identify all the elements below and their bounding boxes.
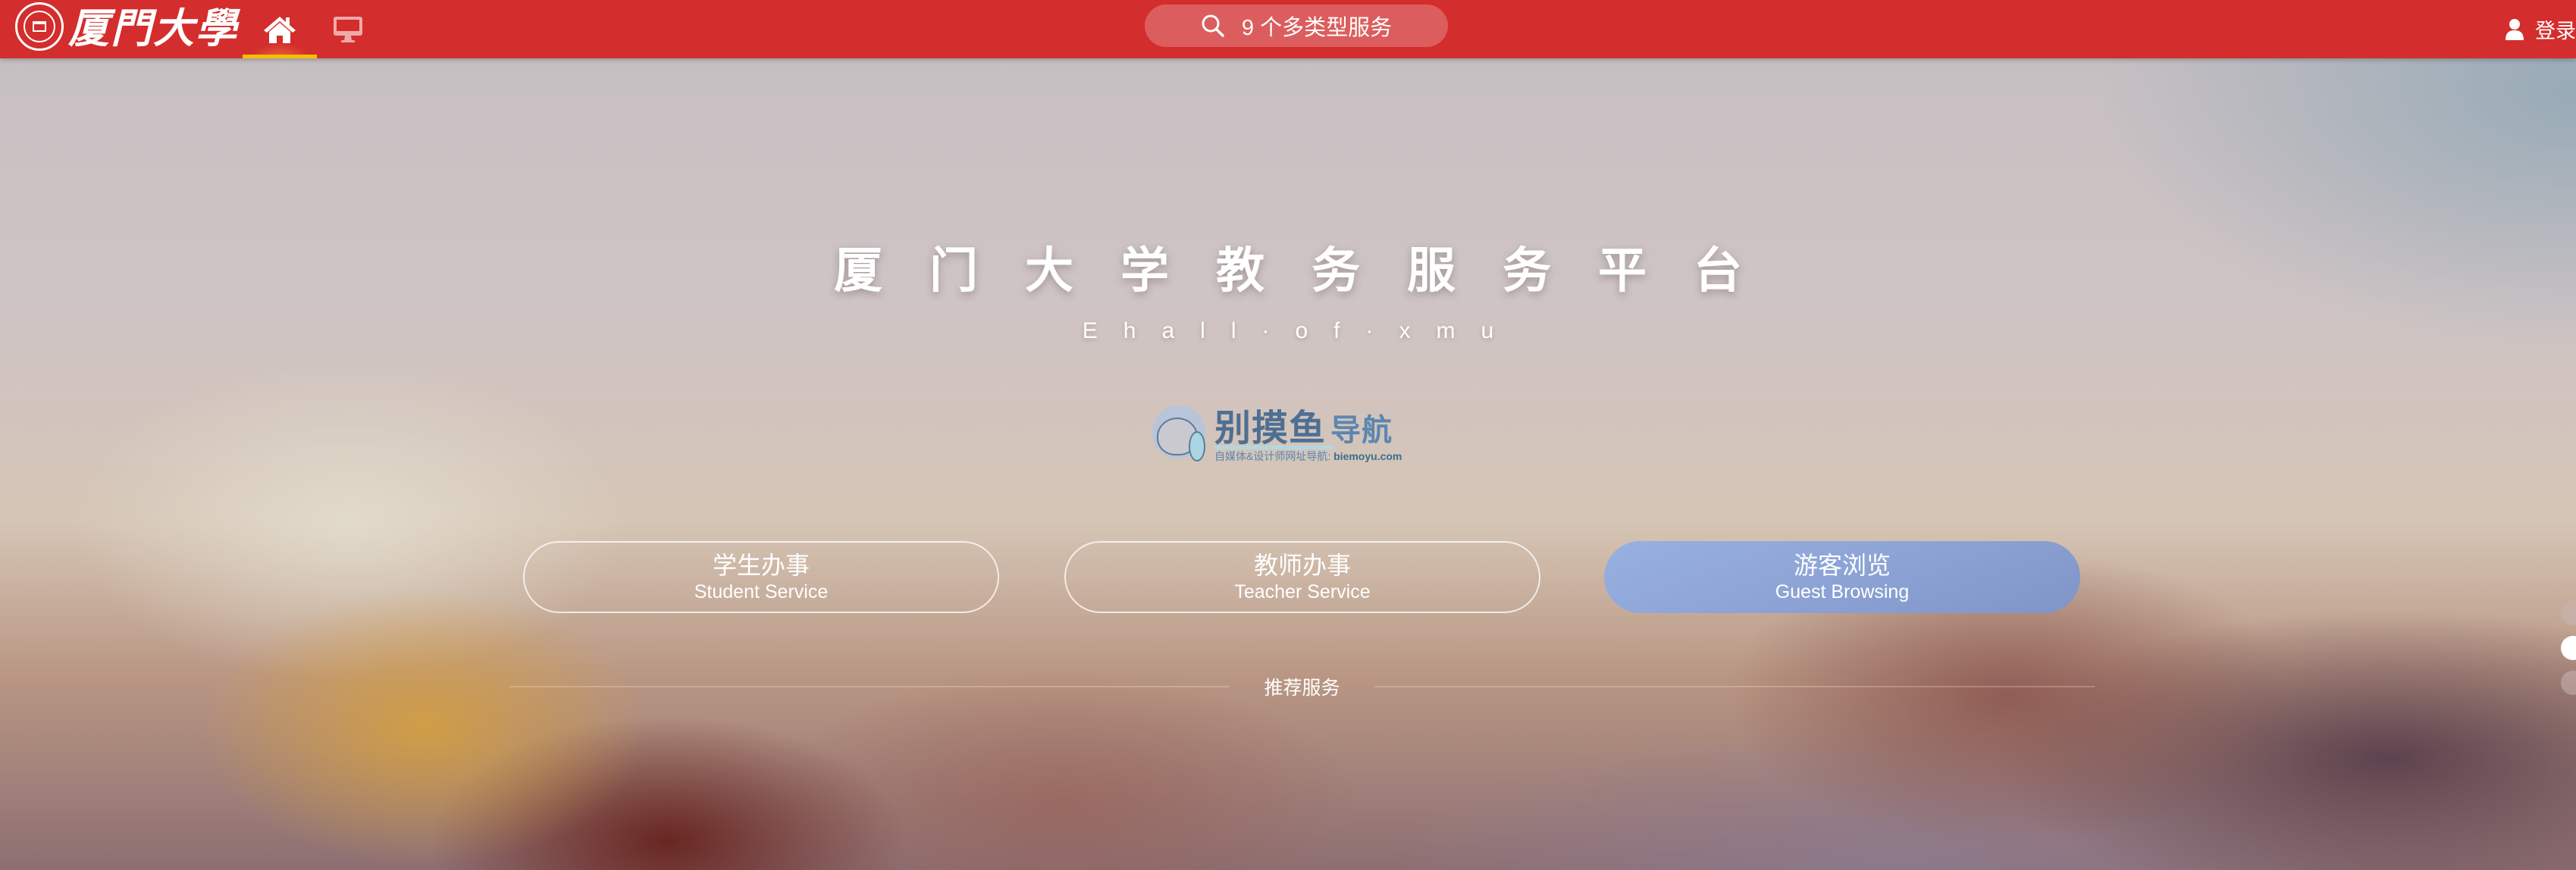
pager-dot-1[interactable] [2561,601,2576,625]
university-seal-logo[interactable] [15,2,64,51]
button-label-zh: 游客浏览 [1793,551,1891,579]
nav-tab-desktop[interactable] [326,0,370,58]
fish-icon [1189,431,1205,462]
login-button[interactable]: 登录 [2505,0,2576,58]
monitor-icon [334,16,362,42]
seal-inner-ring [24,11,55,42]
koala-mascot-icon [1152,405,1205,462]
user-icon [2505,18,2524,40]
guest-browsing-button[interactable]: 游客浏览 Guest Browsing [1604,541,2080,613]
watermark-main-text: 别摸鱼 [1214,408,1327,449]
home-icon [264,16,296,43]
watermark-accent-text: 导航 [1330,414,1393,447]
nav-tab-home[interactable] [243,0,317,58]
university-wordmark[interactable]: 厦門大學 [68,2,238,55]
watermark-title: 别摸鱼 导航 [1214,398,1393,451]
button-label-zh: 教师办事 [1253,551,1351,579]
pager-dot-2-active[interactable] [2561,636,2576,660]
watermark-logo: 别摸鱼 导航 自媒体&设计师网址导航: biemoyu.com [1152,398,1418,462]
slide-pager [2561,601,2576,706]
pager-dot-3[interactable] [2561,671,2576,695]
page-title: 厦门大学教务服务平台 [834,243,1789,298]
search-placeholder: 9 个多类型服务 [1241,16,1393,40]
section-divider-left [509,686,1230,687]
active-tab-indicator [243,55,317,58]
button-label-en: Teacher Service [1234,581,1371,602]
login-label: 登录 [2535,20,2576,42]
section-divider-right [1374,686,2095,687]
service-search-box[interactable]: 9 个多类型服务 [1145,5,1448,47]
page-subtitle: Ehall·of·xmu [1082,318,1520,343]
teacher-service-button[interactable]: 教师办事 Teacher Service [1064,541,1540,613]
watermark-tagline: 自媒体&设计师网址导航: biemoyu.com [1214,449,1402,464]
search-icon [1202,14,1224,37]
watermark-tagline-text: 自媒体&设计师网址导航: [1214,450,1331,462]
button-label-zh: 学生办事 [712,551,810,579]
button-label-en: Guest Browsing [1775,581,1910,602]
seal-building-icon [33,21,46,32]
button-label-en: Student Service [694,581,829,602]
watermark-domain: biemoyu.com [1333,450,1402,462]
recommended-services-heading: 推荐服务 [1264,678,1340,699]
student-service-button[interactable]: 学生办事 Student Service [523,541,999,613]
top-navbar: 厦門大學 9 个多类型服务 登录 [0,0,2576,58]
